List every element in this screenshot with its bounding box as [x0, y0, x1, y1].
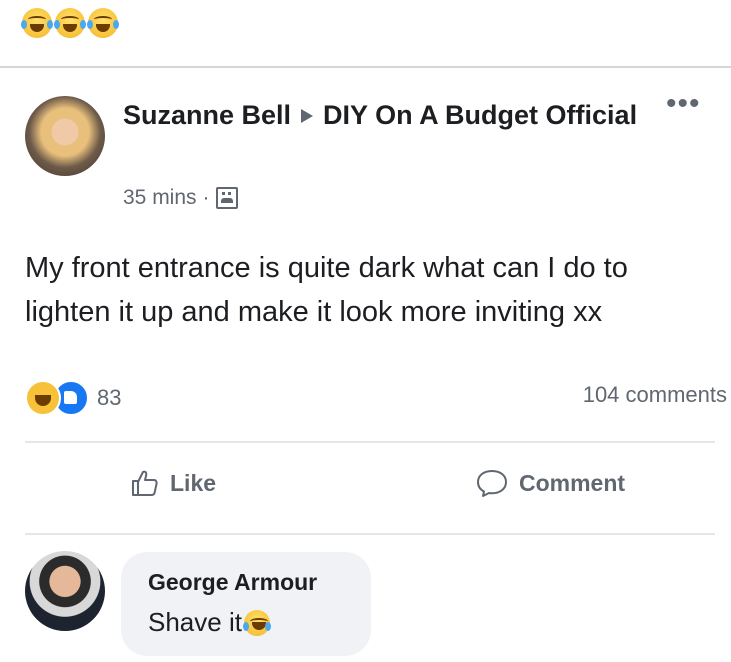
reaction-emojis-row — [21, 8, 119, 38]
section-divider — [0, 66, 731, 68]
comment-text-content: Shave it — [148, 607, 242, 637]
post-header: Suzanne Bell DIY On A Budget Official — [123, 96, 643, 134]
author-name-link[interactable]: Suzanne Bell — [123, 100, 291, 130]
author-avatar[interactable] — [25, 96, 105, 176]
haha-reaction-icon — [25, 380, 61, 416]
commenter-avatar[interactable] — [25, 551, 105, 631]
reaction-summary[interactable]: 83 — [25, 380, 121, 416]
reaction-count: 83 — [97, 385, 122, 410]
more-options-button[interactable]: ••• — [666, 89, 701, 119]
post-body-text: My front entrance is quite dark what can… — [25, 252, 628, 328]
comment-button-label: Comment — [519, 469, 626, 496]
group-privacy-icon — [215, 187, 238, 209]
triangle-right-icon — [301, 108, 314, 123]
group-name-link[interactable]: DIY On A Budget Official — [323, 100, 637, 130]
laughing-crying-emoji-icon — [242, 609, 271, 636]
laughing-crying-emoji-icon — [21, 8, 53, 38]
comment-bubble-icon — [477, 470, 507, 497]
thumbs-up-icon — [132, 470, 158, 496]
comment-button[interactable]: Comment — [475, 468, 625, 498]
comment-bubble — [121, 552, 371, 656]
post-author-line: Suzanne Bell DIY On A Budget Official — [123, 96, 643, 134]
meta-separator: · — [202, 186, 210, 209]
commenter-name-link[interactable]: George Armour — [148, 569, 317, 596]
comment-text: Shave it — [148, 607, 271, 638]
like-button-label: Like — [170, 469, 217, 496]
post-timestamp[interactable]: 35 mins — [123, 186, 197, 210]
actions-divider-top — [25, 441, 715, 443]
post-meta: 35 mins · — [123, 186, 238, 210]
comment-count-link[interactable]: 104 comments — [583, 382, 727, 408]
laughing-crying-emoji-icon — [54, 8, 86, 38]
like-button[interactable]: Like — [130, 468, 216, 498]
laughing-crying-emoji-icon — [87, 8, 119, 38]
actions-divider-bottom — [25, 533, 715, 535]
